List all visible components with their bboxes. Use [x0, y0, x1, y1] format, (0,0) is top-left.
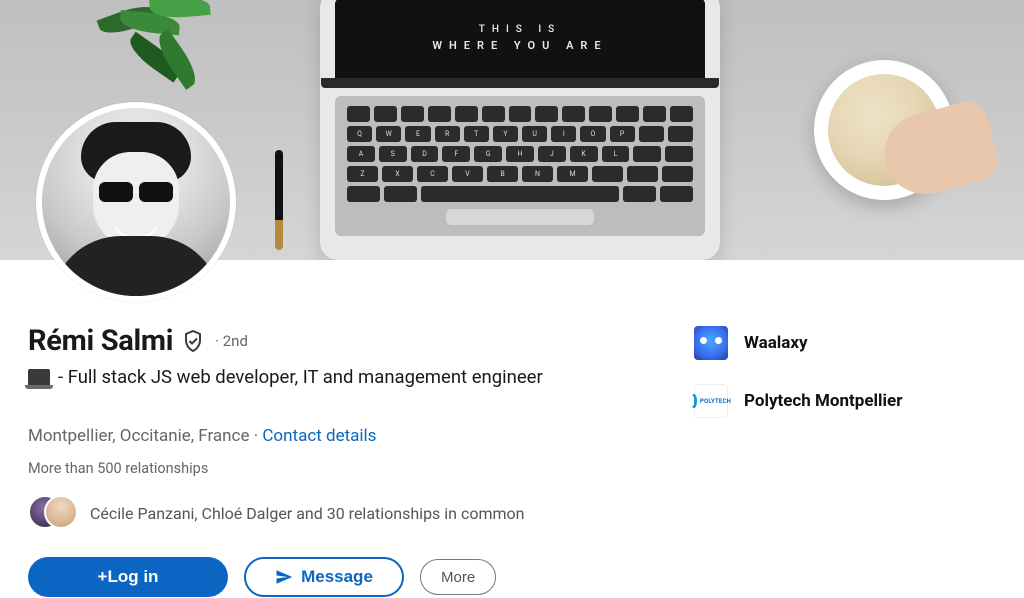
cover-screen-text-line1: THIS IS [479, 24, 561, 35]
polytech-logo-icon: POLYTECH [694, 384, 728, 418]
org-name: Polytech Montpellier [744, 391, 902, 411]
waalaxy-logo-icon [694, 326, 728, 360]
message-button[interactable]: Message [244, 557, 404, 597]
org-waalaxy[interactable]: Waalaxy [694, 326, 994, 360]
mutual-avatars [28, 495, 76, 531]
relationship-count[interactable]: More than 500 relationships [28, 460, 543, 477]
connection-degree: · 2nd [215, 332, 248, 350]
cover-screen-text-line2: WHERE YOU ARE [432, 39, 607, 52]
cover-pen-decor [275, 150, 283, 250]
profile-name: Rémi Salmi [28, 324, 173, 358]
cover-laptop-decor: THIS IS WHERE YOU ARE QWERTYUIOP ASDFGHJ… [320, 0, 720, 260]
verified-shield-icon [181, 329, 205, 353]
profile-location: Montpellier, Occitanie, France [28, 426, 249, 446]
laptop-emoji-icon [28, 369, 50, 385]
contact-details-link[interactable]: Contact details [262, 426, 376, 446]
profile-headline: - Full stack JS web developer, IT and ma… [58, 366, 543, 388]
login-button[interactable]: +Log in [28, 557, 228, 597]
org-name: Waalaxy [744, 333, 808, 353]
send-icon [275, 568, 293, 586]
org-polytech[interactable]: POLYTECH Polytech Montpellier [694, 384, 994, 418]
mutual-connections-text: Cécile Panzani, Chloé Dalger and 30 rela… [90, 504, 525, 523]
more-button[interactable]: More [420, 559, 496, 595]
mutual-connections[interactable]: Cécile Panzani, Chloé Dalger and 30 rela… [28, 495, 543, 531]
cover-plant-decor [60, 0, 230, 80]
cover-coffee-decor [814, 60, 954, 200]
